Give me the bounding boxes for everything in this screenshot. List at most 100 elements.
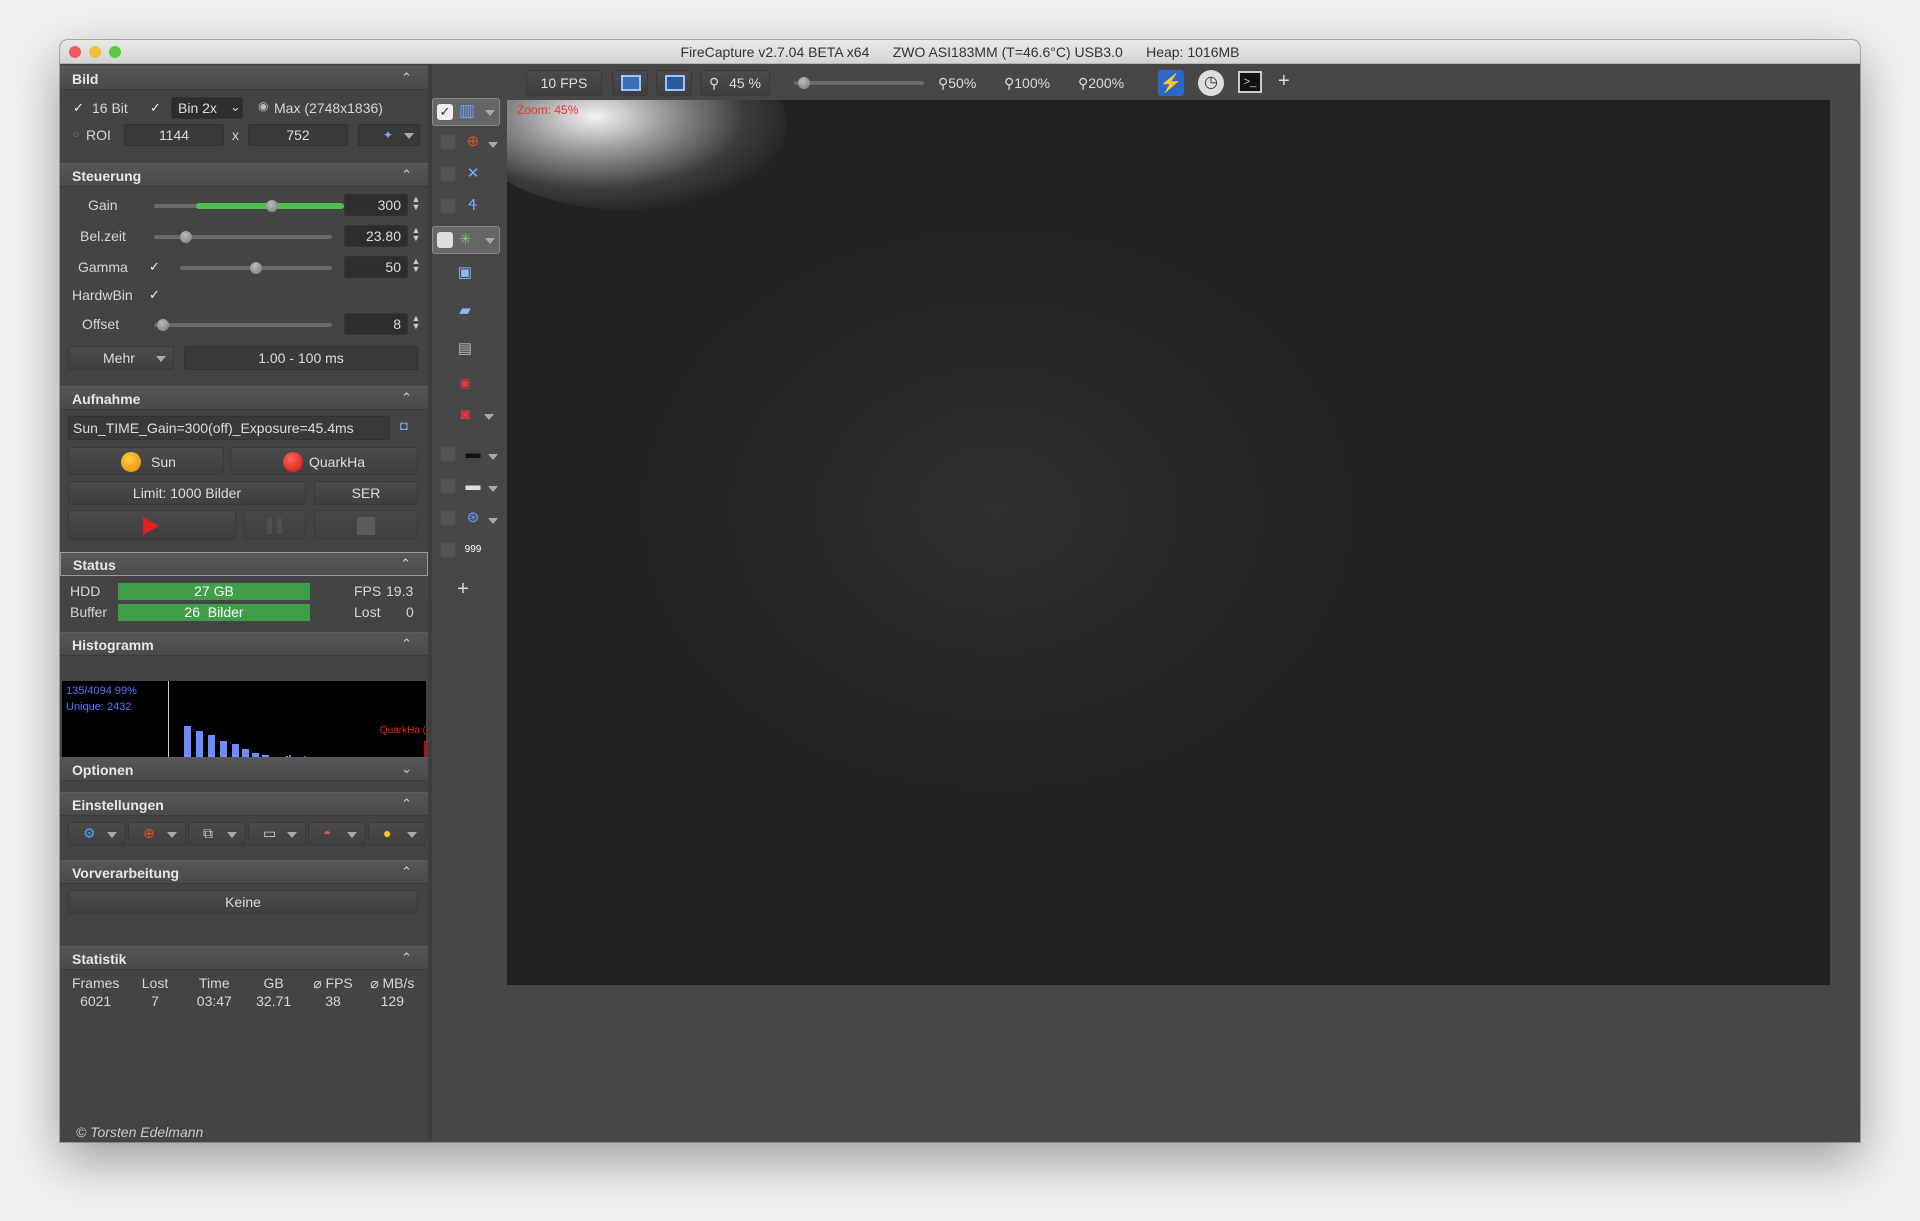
section-einstellungen-header[interactable]: Einstellungen ⌃ bbox=[60, 792, 428, 816]
collapse-icon[interactable]: ⌃ bbox=[401, 950, 412, 966]
record-icon[interactable]: ◙ bbox=[454, 404, 476, 426]
tool-checkbox[interactable] bbox=[440, 166, 456, 182]
profile-label: Sun bbox=[151, 454, 176, 470]
collapse-icon[interactable]: ⌃ bbox=[401, 864, 412, 880]
section-title: Bild bbox=[72, 71, 99, 87]
settings-light-dropdown[interactable]: ● bbox=[368, 822, 426, 846]
16bit-checkbox[interactable]: ✓ bbox=[72, 101, 85, 114]
filename-input[interactable]: Sun_TIME_Gain=300(off)_Exposure=45.4ms bbox=[68, 416, 390, 440]
collapse-icon[interactable]: ⌃ bbox=[400, 556, 411, 572]
settings-monitor-dropdown[interactable]: ▭ bbox=[248, 822, 306, 846]
preprocessing-select[interactable]: Keine bbox=[68, 890, 418, 914]
section-optionen-header[interactable]: Optionen ⌄ bbox=[60, 757, 428, 781]
gamma-slider-handle[interactable] bbox=[250, 262, 262, 274]
section-steuerung-header[interactable]: Steuerung ⌃ bbox=[60, 163, 428, 187]
collapse-icon[interactable]: ⌃ bbox=[401, 390, 412, 406]
offset-input[interactable]: 8 bbox=[344, 313, 408, 335]
globe-icon[interactable]: ⊛ bbox=[462, 507, 484, 529]
record-screen-icon[interactable]: ▣ bbox=[454, 372, 476, 394]
offset-slider-track[interactable] bbox=[154, 323, 332, 327]
tool-checkbox[interactable] bbox=[440, 510, 456, 526]
target-icon[interactable]: ⊕ bbox=[462, 131, 484, 153]
tool-checkbox[interactable] bbox=[440, 446, 456, 462]
overlay-toggle[interactable]: ✳ bbox=[432, 226, 500, 254]
crop-icon[interactable]: ✕ bbox=[462, 163, 484, 185]
format-button[interactable]: SER bbox=[314, 481, 418, 505]
limit-button[interactable]: Limit: 1000 Bilder bbox=[68, 481, 306, 505]
offset-stepper[interactable]: ▲ ▼ bbox=[410, 314, 422, 331]
gain-stepper[interactable]: ▲ ▼ bbox=[410, 195, 422, 212]
start-capture-button[interactable] bbox=[68, 510, 236, 540]
zoom-50-button[interactable]: ⚲50% bbox=[938, 75, 976, 92]
settings-target-dropdown[interactable]: ⊕ bbox=[128, 822, 186, 846]
section-title: Status bbox=[73, 557, 116, 573]
stat-value: 32.71 bbox=[256, 993, 292, 1009]
collapse-icon[interactable]: ⌃ bbox=[401, 70, 412, 86]
focus-icon[interactable]: Ꮞ bbox=[462, 195, 484, 217]
gamma-stepper[interactable]: ▲ ▼ bbox=[410, 257, 422, 274]
section-histogramm-header[interactable]: Histogramm ⌃ bbox=[60, 632, 428, 656]
hardwbin-checkbox[interactable]: ✓ bbox=[148, 288, 161, 301]
camera-icon[interactable]: ◘ bbox=[400, 418, 408, 433]
camera-preview[interactable]: Zoom: 45% bbox=[507, 100, 1830, 985]
running-man-icon[interactable]: ⚡ bbox=[1158, 70, 1184, 96]
checkbox-icon[interactable] bbox=[437, 232, 453, 248]
save-icon[interactable]: ▣ bbox=[454, 262, 476, 284]
terminal-icon[interactable]: >_ bbox=[1238, 71, 1262, 93]
roi-width-input[interactable]: 1144 bbox=[124, 124, 224, 146]
fps-button[interactable]: 10 FPS bbox=[526, 70, 602, 96]
expand-icon[interactable]: ⌄ bbox=[401, 761, 412, 777]
collapse-icon[interactable]: ⌃ bbox=[401, 636, 412, 652]
counter-icon[interactable]: 999 bbox=[462, 539, 484, 561]
black-rect-icon[interactable]: ▬ bbox=[462, 443, 484, 465]
section-bild-header[interactable]: Bild ⌃ bbox=[60, 66, 428, 90]
section-aufnahme-header[interactable]: Aufnahme ⌃ bbox=[60, 386, 428, 410]
fit-window-button[interactable] bbox=[612, 70, 648, 96]
fullscreen-button[interactable] bbox=[656, 70, 692, 96]
histogram-toggle[interactable]: ✓ ▥ bbox=[432, 98, 500, 126]
add-tool-button[interactable]: + bbox=[452, 578, 474, 600]
exposure-stepper[interactable]: ▲ ▼ bbox=[410, 226, 422, 243]
collapse-icon[interactable]: ⌃ bbox=[401, 796, 412, 812]
section-vorverarbeitung-header[interactable]: Vorverarbeitung ⌃ bbox=[60, 860, 428, 884]
section-status-header[interactable]: Status ⌃ bbox=[60, 552, 428, 576]
add-button[interactable]: + bbox=[1278, 70, 1290, 93]
gamma-checkbox[interactable]: ✓ bbox=[148, 260, 161, 273]
profile-sun-button[interactable]: Sun bbox=[68, 447, 224, 475]
roi-height-input[interactable]: 752 bbox=[248, 124, 348, 146]
tool-checkbox[interactable] bbox=[440, 478, 456, 494]
tool-checkbox[interactable] bbox=[440, 198, 456, 214]
zoom-slider-handle[interactable] bbox=[798, 77, 811, 89]
line-icon[interactable]: ▬ bbox=[462, 475, 484, 497]
trash-icon[interactable]: ▤ bbox=[454, 338, 476, 360]
exposure-slider-handle[interactable] bbox=[180, 231, 193, 243]
tool-checkbox[interactable] bbox=[440, 542, 456, 558]
zoom-200-button[interactable]: ⚲200% bbox=[1078, 75, 1124, 92]
zoom-slider-track[interactable] bbox=[794, 81, 924, 85]
section-statistik-header[interactable]: Statistik ⌃ bbox=[60, 946, 428, 970]
folder-icon[interactable]: ▰ bbox=[454, 300, 476, 322]
timer-icon[interactable]: ◷ bbox=[1198, 70, 1224, 96]
settings-copy-dropdown[interactable]: ⧉ bbox=[188, 822, 246, 846]
tool-checkbox[interactable] bbox=[440, 134, 456, 150]
bin-checkbox[interactable]: ✓ bbox=[149, 101, 162, 114]
gain-slider-handle[interactable] bbox=[265, 200, 278, 212]
settings-mount-dropdown[interactable]: ◓ bbox=[308, 822, 366, 846]
play-icon bbox=[143, 517, 159, 535]
exposure-input[interactable]: 23.80 bbox=[344, 225, 408, 247]
checkbox-icon[interactable]: ✓ bbox=[437, 104, 453, 120]
radio-roi[interactable]: ○ bbox=[72, 127, 79, 141]
radio-max[interactable]: ◉ bbox=[258, 99, 268, 113]
magnifier-icon: ⚲ bbox=[938, 75, 949, 91]
zoom-field[interactable]: ⚲ 45 % bbox=[700, 70, 770, 96]
offset-slider-handle[interactable] bbox=[156, 319, 169, 331]
filter-quarkha-button[interactable]: QuarkHa bbox=[230, 447, 418, 475]
settings-gear-dropdown[interactable]: ⚙ bbox=[68, 822, 126, 846]
zoom-value: 45 % bbox=[729, 75, 761, 91]
zoom-100-button[interactable]: ⚲100% bbox=[1004, 75, 1050, 92]
pause-capture-button[interactable] bbox=[244, 510, 306, 540]
stop-capture-button[interactable] bbox=[314, 510, 418, 540]
gain-input[interactable]: 300 bbox=[344, 194, 408, 216]
collapse-icon[interactable]: ⌃ bbox=[401, 167, 412, 183]
gamma-input[interactable]: 50 bbox=[344, 256, 408, 278]
